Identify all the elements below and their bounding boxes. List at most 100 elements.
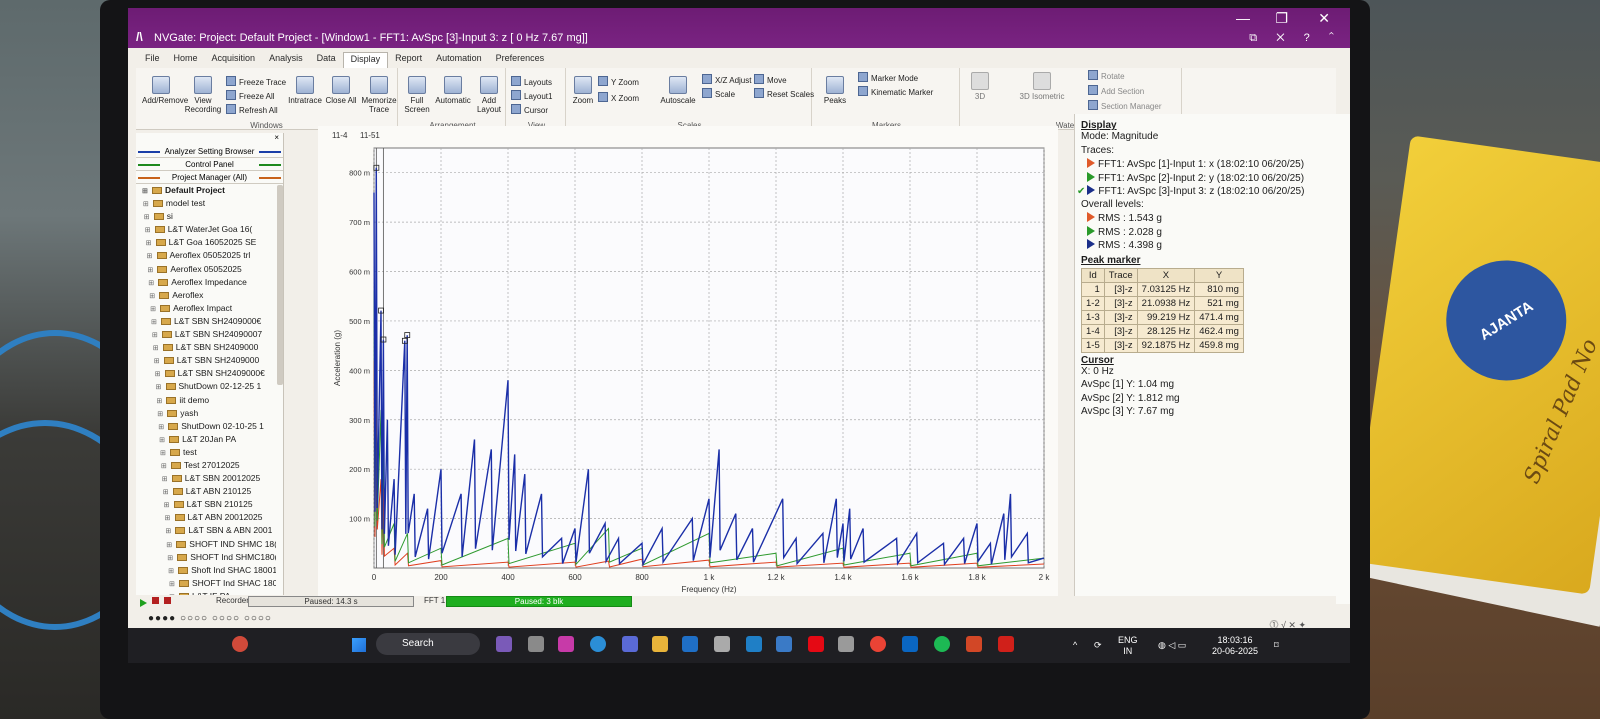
app-icon[interactable]: [838, 636, 854, 652]
expand-icon[interactable]: ⊞: [159, 436, 167, 444]
expand-icon[interactable]: ⊞: [155, 370, 163, 378]
tab-preferences[interactable]: Preferences: [489, 52, 552, 68]
netflix-icon[interactable]: [808, 636, 824, 652]
copilot-icon[interactable]: [496, 636, 512, 652]
expand-icon[interactable]: ⊞: [144, 213, 152, 221]
expand-icon[interactable]: ⊞: [164, 501, 172, 509]
expand-icon[interactable]: ⊞: [166, 541, 174, 549]
table-row[interactable]: 1-2 [3]-z 21.0938 Hz 521 mg: [1081, 295, 1244, 311]
tree-item[interactable]: ⊞ L&T SBN SH2409000€: [136, 316, 276, 329]
tree-item[interactable]: ⊞ test: [136, 447, 276, 460]
tree-item[interactable]: ⊞ Aeroflex Impedance: [136, 277, 276, 290]
chevron-up-icon[interactable]: ^: [1073, 640, 1077, 651]
add-section-button[interactable]: Add Section: [1088, 85, 1144, 96]
panel-tab-2[interactable]: Project Manager (All): [136, 171, 283, 184]
tab-analysis[interactable]: Analysis: [262, 52, 310, 68]
task-view-icon[interactable]: [528, 636, 544, 652]
x-zoom-button[interactable]: X Zoom: [598, 92, 639, 103]
expand-icon[interactable]: ⊞: [161, 462, 169, 470]
tree-item[interactable]: ⊞ L&T SBN SH2409000€: [136, 368, 276, 381]
expand-icon[interactable]: ⊞: [157, 410, 165, 418]
outlook-icon[interactable]: [682, 636, 698, 652]
tree-item[interactable]: ⊞ L&T WaterJet Goa 16(: [136, 224, 276, 237]
expand-icon[interactable]: ⊞: [147, 266, 155, 274]
spectrum-chart[interactable]: 0 200 400 600 800 1 k 1.2 k 1.4 k 1.6 k 1.8 k 2 k 1…: [318, 126, 1058, 596]
scale-button[interactable]: Scale: [702, 88, 735, 99]
tree-item[interactable]: ⊞ yash: [136, 408, 276, 421]
active-app-icon[interactable]: [776, 636, 792, 652]
file-explorer-icon[interactable]: [652, 636, 668, 652]
minimize-button[interactable]: —: [1236, 10, 1250, 26]
windows-start-icon[interactable]: [352, 638, 366, 652]
intratrace-button[interactable]: Intratrace: [288, 76, 322, 105]
rotate-button[interactable]: Rotate: [1088, 70, 1125, 81]
peaks-button[interactable]: Peaks: [818, 76, 852, 105]
tree-item[interactable]: ⊞ model test: [136, 198, 276, 211]
cursor-button[interactable]: Cursor: [511, 104, 548, 115]
tree-item[interactable]: ⊞ L&T ABN 20012025: [136, 512, 276, 525]
app-icon[interactable]: [558, 636, 574, 652]
tab-home[interactable]: Home: [167, 52, 205, 68]
tree-item[interactable]: ⊞ L&T SBN SH2409000: [136, 355, 276, 368]
add-remove-button[interactable]: Add/Remove: [142, 76, 188, 105]
tree-item[interactable]: ⊞ L&T SBN & ABN 2001: [136, 525, 276, 538]
tab-report[interactable]: Report: [388, 52, 429, 68]
table-row[interactable]: 1-3 [3]-z 99.219 Hz 471.4 mg: [1081, 309, 1244, 325]
user-avatar-icon[interactable]: [232, 636, 248, 652]
expand-icon[interactable]: ⊞: [149, 292, 157, 300]
spectrum-svg[interactable]: 0 200 400 600 800 1 k 1.2 k 1.4 k 1.6 k 1.8 k 2 k 1…: [318, 126, 1058, 596]
tab-automation[interactable]: Automation: [429, 52, 489, 68]
expand-icon[interactable]: ⊞: [163, 488, 171, 496]
edge-icon[interactable]: [590, 636, 606, 652]
expand-icon[interactable]: ⊞: [158, 423, 166, 431]
table-row[interactable]: 1 [3]-z 7.03125 Hz 810 mg: [1081, 281, 1244, 297]
tree-item[interactable]: ⊞ L&T Goa 16052025 SE: [136, 237, 276, 250]
expand-icon[interactable]: ⊞: [169, 593, 177, 595]
tree-item[interactable]: ⊞ SHOFT Ind SHMC180(: [136, 552, 276, 565]
y-zoom-button[interactable]: Y Zoom: [598, 76, 639, 87]
tree-item[interactable]: ⊞ Test 27012025: [136, 460, 276, 473]
expand-icon[interactable]: ⊞: [154, 357, 162, 365]
zoom-button[interactable]: Zoom: [570, 76, 596, 105]
close-all-button[interactable]: Close All: [324, 76, 358, 105]
memorize-trace-button[interactable]: Memorize Trace: [360, 76, 398, 114]
stop-icon[interactable]: [164, 597, 171, 604]
layout1-dropdown[interactable]: Layout1: [511, 90, 552, 101]
tab-acquisition[interactable]: Acquisition: [205, 52, 263, 68]
expand-icon[interactable]: ⊞: [143, 200, 151, 208]
tree-item[interactable]: ⊞ L&T SBN SH24090007: [136, 329, 276, 342]
tree-item[interactable]: ⊞L&T IF PA: [136, 591, 276, 595]
expand-icon[interactable]: ⊞: [168, 567, 176, 575]
expand-icon[interactable]: ⊞: [148, 279, 156, 287]
record-icon[interactable]: [152, 597, 159, 604]
expand-icon[interactable]: ⊞: [156, 383, 164, 391]
expand-icon[interactable]: ⊞: [153, 344, 161, 352]
full-screen-button[interactable]: Full Screen: [402, 76, 432, 114]
expand-icon[interactable]: ⊞: [145, 226, 153, 234]
kinematic-marker-button[interactable]: Kinematic Marker: [858, 86, 933, 97]
tree-item[interactable]: ⊞ L&T SBN 20012025: [136, 473, 276, 486]
play-icon[interactable]: [140, 599, 147, 607]
refresh-all-button[interactable]: Refresh All: [226, 104, 278, 115]
tab-display[interactable]: Display: [342, 52, 389, 68]
3d-isometric-button[interactable]: 3D Isometric: [1012, 72, 1072, 101]
expand-icon[interactable]: ⊞: [167, 554, 175, 562]
tree-item[interactable]: ⊞ iit demo: [136, 395, 276, 408]
chrome-icon[interactable]: [870, 636, 886, 652]
tree-item[interactable]: ⊞ ShutDown 02-10-25 1: [136, 421, 276, 434]
tray-app-icon[interactable]: ⟳: [1094, 640, 1102, 651]
3d-button[interactable]: 3D: [966, 72, 994, 101]
expand-icon[interactable]: ⊞: [169, 580, 177, 588]
freeze-trace-button[interactable]: Freeze Trace: [226, 76, 286, 87]
tree-scrollbar[interactable]: [277, 185, 283, 385]
tree-item[interactable]: ⊞ L&T 20Jan PA: [136, 434, 276, 447]
move-button[interactable]: Move: [754, 74, 787, 85]
table-row[interactable]: 1-4 [3]-z 28.125 Hz 462.4 mg: [1081, 323, 1244, 339]
notification-icon[interactable]: ⌑: [1274, 640, 1279, 651]
close-button[interactable]: ✕: [1318, 10, 1330, 27]
expand-icon[interactable]: ⊞: [162, 475, 170, 483]
tree-item[interactable]: ⊞ SHOFT IND SHMC 18(: [136, 539, 276, 552]
maximize-button[interactable]: ❐: [1275, 10, 1288, 27]
autoscale-button[interactable]: Autoscale: [658, 76, 698, 105]
section-manager-button[interactable]: Section Manager: [1088, 100, 1161, 111]
